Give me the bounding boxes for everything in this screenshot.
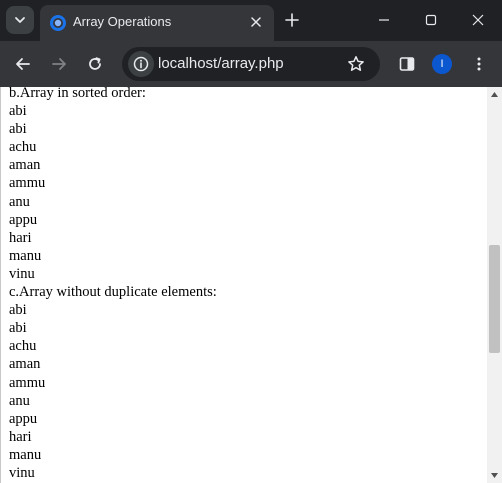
address-bar[interactable]: localhost/array.php xyxy=(122,47,380,81)
list-item: hari xyxy=(9,428,32,445)
new-tab-button[interactable] xyxy=(282,10,302,30)
list-item: abi xyxy=(9,302,27,319)
star-icon xyxy=(348,56,364,71)
plus-icon xyxy=(285,13,299,27)
reload-button[interactable] xyxy=(81,50,109,78)
close-icon xyxy=(251,17,261,27)
minimize-button[interactable] xyxy=(361,6,407,34)
info-icon xyxy=(133,56,149,72)
list-item: abi xyxy=(9,103,27,120)
side-panel-button[interactable] xyxy=(393,50,421,78)
list-item: aman xyxy=(9,356,41,373)
reload-icon xyxy=(89,57,101,70)
list-item: ammu xyxy=(9,374,46,391)
list-item: manu xyxy=(9,247,42,264)
list-item: anu xyxy=(9,392,30,409)
list-item: aman xyxy=(9,157,41,174)
list-item: abi xyxy=(9,320,27,337)
tab-strip: Array Operations xyxy=(0,0,502,41)
close-window-button[interactable] xyxy=(455,6,501,34)
page-content: b.Array in sorted order: abi abi achu am… xyxy=(9,87,479,482)
minimize-icon xyxy=(379,19,389,21)
kebab-menu-icon xyxy=(477,57,481,71)
scroll-up-button[interactable] xyxy=(487,87,502,102)
list-item: anu xyxy=(9,193,30,210)
page-viewport: b.Array in sorted order: abi abi achu am… xyxy=(0,87,502,483)
unique-heading: c.Array without duplicate elements: xyxy=(9,284,217,301)
maximize-icon xyxy=(425,14,437,26)
back-button[interactable] xyxy=(9,50,37,78)
list-item: manu xyxy=(9,446,42,463)
list-item: vinu xyxy=(9,265,35,282)
chrome-icon xyxy=(50,15,66,31)
maximize-button[interactable] xyxy=(408,6,454,34)
toolbar: localhost/array.php I xyxy=(0,41,502,87)
triangle-up-icon xyxy=(491,92,498,97)
tab-title: Array Operations xyxy=(73,14,172,29)
chevron-down-icon xyxy=(15,17,25,23)
forward-button[interactable] xyxy=(45,50,73,78)
browser-window: Array Operations localhost/array.php I b… xyxy=(0,0,502,483)
arrow-right-icon xyxy=(52,58,66,70)
sorted-heading: b.Array in sorted order: xyxy=(9,87,146,101)
list-item: appu xyxy=(9,410,38,427)
url-text[interactable]: localhost/array.php xyxy=(158,47,284,81)
close-icon xyxy=(472,14,484,26)
list-item: achu xyxy=(9,139,37,156)
arrow-left-icon xyxy=(16,58,30,70)
list-item: hari xyxy=(9,229,32,246)
bookmark-button[interactable] xyxy=(344,52,368,76)
tab-search-button[interactable] xyxy=(6,6,34,34)
list-item: ammu xyxy=(9,175,46,192)
list-item: vinu xyxy=(9,464,35,481)
list-item: achu xyxy=(9,338,37,355)
vertical-scrollbar[interactable] xyxy=(487,87,502,483)
scroll-down-button[interactable] xyxy=(487,468,502,483)
list-item: abi xyxy=(9,121,27,138)
site-info-button[interactable] xyxy=(128,51,154,77)
list-item: appu xyxy=(9,211,38,228)
tab-close-button[interactable] xyxy=(247,13,265,31)
scrollbar-thumb[interactable] xyxy=(489,245,500,353)
tab-array-operations[interactable]: Array Operations xyxy=(40,5,274,41)
menu-button[interactable] xyxy=(465,50,493,78)
triangle-down-icon xyxy=(491,473,498,478)
side-panel-icon xyxy=(399,57,415,71)
profile-avatar[interactable]: I xyxy=(432,54,452,74)
